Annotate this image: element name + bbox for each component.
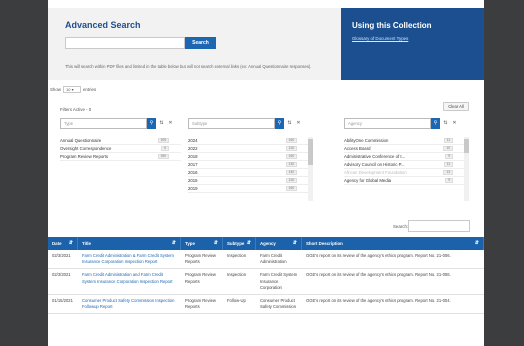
cell-type: Program Review Reports: [185, 272, 216, 284]
sort-icon: ⇵: [292, 240, 297, 246]
sort-icon: ⇵: [213, 240, 218, 246]
scrollbar-thumb[interactable]: [308, 139, 313, 165]
cell-subtype: Inspection: [227, 272, 247, 278]
column-header-agency[interactable]: Agency ⇵: [256, 237, 302, 250]
sort-icon: ⇵: [474, 240, 479, 246]
agency-filter-list: AbilityOne Commission 11 Access Board 10 A…: [344, 137, 465, 185]
type-filter-list: Annual Questionnaire 309 Oversight Corres…: [60, 137, 181, 161]
table-row: 02/3/2021 Farm Credit Administration and…: [48, 269, 484, 296]
select-all-icon[interactable]: ⇅: [441, 118, 450, 129]
search-input[interactable]: [65, 37, 185, 49]
scrollbar[interactable]: [308, 137, 313, 201]
cell-title-link[interactable]: Farm Credit Administration and Farm Cred…: [78, 269, 181, 294]
list-item[interactable]: 2015 120: [188, 177, 309, 185]
table-row: 02/3/2021 Farm Credit Administration & F…: [48, 250, 484, 270]
collection-panel: Using this Collection Glossary of Docume…: [341, 8, 484, 80]
column-header-short-description[interactable]: Short Description ⇵: [302, 237, 484, 250]
show-label: Show: [50, 87, 61, 92]
list-item[interactable]: Access Board 10: [344, 145, 465, 153]
list-item[interactable]: 2017 130: [188, 161, 309, 169]
subtype-filter-search[interactable]: Subtype: [188, 118, 275, 129]
search-icon[interactable]: ⚲: [431, 118, 440, 129]
collection-title: Using this Collection: [352, 21, 432, 30]
list-item[interactable]: AbilityOne Commission 11: [344, 137, 465, 145]
list-item[interactable]: Administrative Conference of t... 9: [344, 153, 465, 161]
list-item[interactable]: Agency for Global Media 9: [344, 177, 465, 185]
glossary-link[interactable]: Glossary of Document Types: [352, 36, 408, 41]
column-header-title[interactable]: Title ⇵: [78, 237, 181, 250]
scrollbar-thumb[interactable]: [464, 139, 469, 153]
select-all-icon[interactable]: ⇅: [285, 118, 294, 129]
entries-suffix: entries: [82, 87, 97, 92]
search-button[interactable]: Search: [185, 37, 216, 49]
sort-icon: ⇵: [68, 240, 73, 246]
sort-icon: ⇵: [246, 240, 251, 246]
subtype-filter-list: 2024 160 2022 120 2018 160 2017 130 2016 140 …: [188, 137, 309, 193]
select-all-icon[interactable]: ⇅: [157, 118, 166, 129]
entries-select[interactable]: 10 ▾: [62, 86, 81, 93]
cell-type: Program Review Reports: [185, 298, 216, 310]
list-item[interactable]: 2018 160: [188, 153, 309, 161]
cell-date: 01/15/2021: [52, 298, 73, 304]
filters-active-label: Filters Active - 0: [60, 107, 92, 112]
table-search-input[interactable]: [408, 220, 470, 232]
agency-filter: Agency ⚲ ⇅ ✕ AbilityOne Commission 11 Acc…: [344, 118, 469, 210]
cell-subtype: Follow-Up: [227, 298, 246, 304]
column-header-type[interactable]: Type ⇵: [181, 237, 223, 250]
table-header: Date ⇵ Title ⇵ Type ⇵ Subtype ⇵ Agency ⇵ Shor…: [48, 237, 484, 250]
clear-filter-icon[interactable]: ✕: [450, 118, 459, 129]
search-note: This will search within PDF files and li…: [65, 64, 312, 69]
column-header-date[interactable]: Date ⇵: [48, 237, 78, 250]
list-item[interactable]: Oversight Correspondence 6: [60, 145, 181, 153]
clear-filter-icon[interactable]: ✕: [166, 118, 175, 129]
table-search-label: Search:: [393, 224, 409, 229]
entries-control: Show 10 ▾ entries: [50, 86, 96, 93]
type-filter-search[interactable]: Type: [60, 118, 147, 129]
column-header-subtype[interactable]: Subtype ⇵: [223, 237, 256, 250]
sort-icon: ⇵: [171, 240, 176, 246]
cell-date: 02/3/2021: [52, 253, 71, 258]
cell-title-link[interactable]: Consumer Product Safety Commission Inspe…: [78, 295, 181, 313]
cell-title-link[interactable]: Farm Credit Administration & Farm Credit…: [78, 250, 181, 268]
results-table: Date ⇵ Title ⇵ Type ⇵ Subtype ⇵ Agency ⇵ Shor…: [48, 237, 484, 315]
clear-all-button[interactable]: Clear All: [443, 102, 469, 111]
advanced-search-panel: Advanced Search Search This will search …: [48, 8, 341, 80]
agency-filter-search[interactable]: Agency: [344, 118, 431, 129]
cell-subtype: Inspection: [227, 253, 247, 258]
cell-date: 02/3/2021: [52, 272, 71, 278]
clear-filter-icon[interactable]: ✕: [294, 118, 303, 129]
advanced-search-title: Advanced Search: [65, 20, 141, 30]
search-icon[interactable]: ⚲: [275, 118, 284, 129]
list-item[interactable]: 2019 160: [188, 185, 309, 193]
cell-description: OGE's report on its review of the agency…: [306, 253, 451, 258]
entries-value: 10: [65, 87, 71, 92]
list-item[interactable]: Advisory Council on Historic P... 11: [344, 161, 465, 169]
list-item[interactable]: 2022 120: [188, 145, 309, 153]
cell-agency: Farm Credit Administration: [260, 253, 287, 265]
cell-agency: Consumer Product Safety Commission: [260, 298, 297, 310]
list-item[interactable]: 2024 160: [188, 137, 309, 145]
list-item[interactable]: 2016 140: [188, 169, 309, 177]
cell-type: Program Review Reports: [185, 253, 216, 265]
subtype-filter: Subtype ⚲ ⇅ ✕ 2024 160 2022 120 2018 160 20…: [188, 118, 313, 210]
list-item[interactable]: Annual Questionnaire 309: [60, 137, 181, 145]
page: Advanced Search Search This will search …: [48, 0, 484, 346]
chevron-down-icon: ▾: [71, 87, 74, 92]
type-filter: Type ⚲ ⇅ ✕ Annual Questionnaire 309 Overs…: [60, 118, 185, 210]
scrollbar[interactable]: [464, 137, 469, 201]
cell-description: OGE's report on its review of the agency…: [306, 298, 451, 304]
list-item[interactable]: Program Review Reports 390: [60, 153, 181, 161]
list-item[interactable]: African Development Foundation 13: [344, 169, 465, 177]
cell-agency: Farm Credit System Insurance Corporation: [260, 272, 298, 290]
cell-description: OGE's report on its review of the agency…: [306, 272, 451, 278]
table-row: 01/15/2021 Consumer Product Safety Commi…: [48, 295, 484, 315]
search-icon[interactable]: ⚲: [147, 118, 156, 129]
